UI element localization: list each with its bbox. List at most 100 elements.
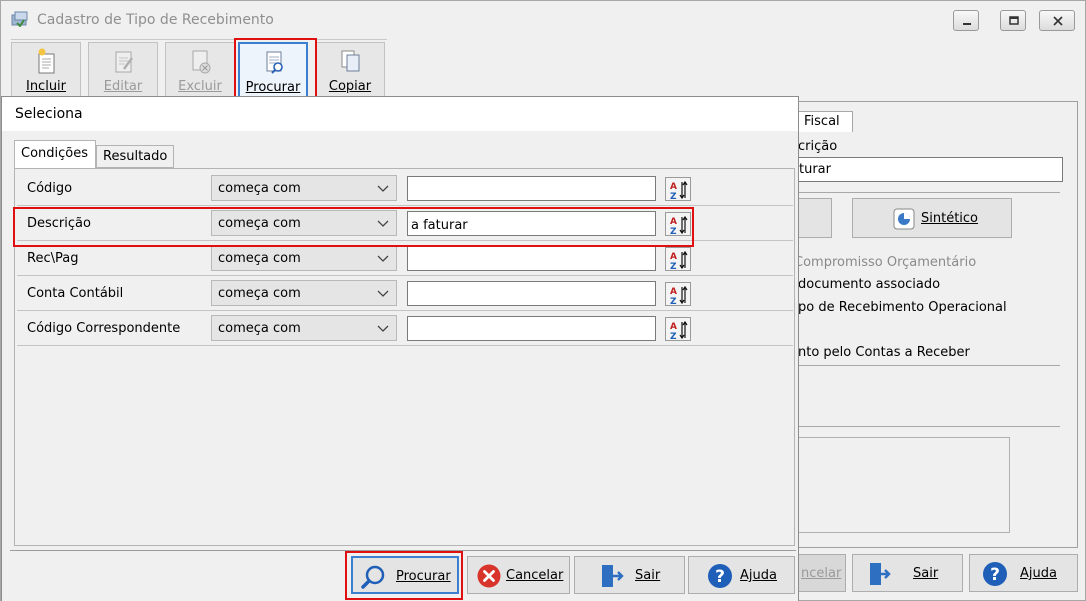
sort-az-icon: AZ	[670, 215, 688, 235]
main-window: Cadastro de Tipo de Recebimento Incluir	[0, 0, 1086, 601]
operator-select[interactable]: começa com	[211, 175, 397, 201]
sort-az-icon: AZ	[670, 285, 688, 305]
sintetico-button[interactable]: Sintético	[852, 198, 1012, 238]
documento-label: documento associado	[798, 277, 941, 292]
sair-button[interactable]: Sair	[574, 556, 685, 594]
incluir-button[interactable]: Incluir	[11, 42, 81, 98]
contas-receber-label: nto pelo Contas a Receber	[798, 345, 970, 360]
cancelar-bg-label: ncelar	[801, 566, 842, 581]
svg-text:?: ?	[990, 565, 1000, 585]
condition-row: Código começa com AZ	[17, 171, 793, 206]
svg-text:Z: Z	[670, 297, 677, 305]
title-bar: Cadastro de Tipo de Recebimento	[1, 1, 1085, 37]
search-icon	[361, 565, 385, 589]
divider	[798, 365, 1060, 366]
svg-text:Z: Z	[670, 192, 677, 200]
condition-value-input[interactable]	[407, 316, 656, 341]
chevron-down-icon	[377, 290, 389, 297]
compromisso-label: Compromisso Orçamentário	[794, 255, 977, 270]
tab-condicoes[interactable]: Condições	[14, 140, 96, 168]
minimize-button[interactable]	[953, 10, 979, 31]
sort-button[interactable]: AZ	[665, 177, 691, 201]
sort-button[interactable]: AZ	[665, 282, 691, 306]
condition-row: Descrição começa com AZ	[17, 206, 793, 241]
operator-value: começa com	[218, 321, 301, 336]
procurar-button[interactable]: Procurar	[351, 556, 459, 594]
excluir-label: Excluir	[178, 79, 222, 94]
descricao-value-partial: turar	[799, 162, 831, 177]
sair-bg-button[interactable]: Sair	[852, 554, 963, 592]
divider	[798, 192, 1060, 193]
copiar-button[interactable]: Copiar	[315, 42, 385, 98]
partial-button[interactable]	[798, 198, 832, 238]
seleciona-dialog: Seleciona Condições Resultado Código com…	[1, 96, 799, 601]
search-document-icon	[266, 51, 283, 74]
restore-button[interactable]	[1000, 10, 1026, 31]
editar-button[interactable]: Editar	[88, 42, 158, 98]
condition-value-input[interactable]	[407, 176, 656, 201]
condition-value-input[interactable]	[407, 246, 656, 271]
condition-value-input[interactable]	[407, 211, 656, 236]
cancelar-button[interactable]: Cancelar	[467, 556, 570, 594]
chevron-down-icon	[377, 255, 389, 262]
cancelar-bg-button[interactable]: ncelar	[798, 554, 846, 592]
condition-label: Conta Contábil	[27, 286, 124, 301]
operator-select[interactable]: começa com	[211, 245, 397, 271]
ajuda-bg-button[interactable]: ? Ajuda	[969, 554, 1078, 592]
procurar-label: Procurar	[245, 80, 301, 95]
svg-text:Z: Z	[670, 227, 677, 235]
operator-value: começa com	[218, 181, 301, 196]
help-icon: ?	[708, 564, 732, 588]
dialog-title: Seleciona	[15, 106, 83, 122]
operator-select[interactable]: começa com	[211, 280, 397, 306]
window-title: Cadastro de Tipo de Recebimento	[37, 12, 274, 28]
condition-label: Descrição	[27, 216, 91, 231]
svg-text:Z: Z	[670, 262, 677, 270]
chevron-down-icon	[377, 220, 389, 227]
close-icon	[1053, 16, 1063, 26]
conditions-panel: Código começa com AZ Descrição começa co…	[14, 168, 795, 546]
sort-az-icon: AZ	[670, 180, 688, 200]
excluir-button[interactable]: Excluir	[165, 42, 235, 98]
ajuda-button[interactable]: ? Ajuda	[688, 556, 795, 594]
tab-condicoes-label: Condições	[21, 146, 89, 161]
restore-icon	[1009, 16, 1019, 25]
exit-door-icon	[870, 563, 891, 585]
operator-select[interactable]: começa com	[211, 315, 397, 341]
condition-row: Conta Contábil começa com AZ	[17, 276, 793, 311]
operator-value: começa com	[218, 216, 301, 231]
divider	[798, 426, 1060, 427]
sair-button-label: Sair	[635, 568, 661, 583]
procurar-toolbar-button[interactable]: Procurar	[238, 42, 308, 98]
minimize-icon	[963, 23, 971, 25]
exit-door-icon	[602, 565, 624, 587]
tab-resultado-label: Resultado	[103, 149, 168, 164]
condition-row: Código Correspondente começa com AZ	[17, 311, 793, 346]
svg-text:Z: Z	[670, 332, 677, 340]
operator-value: começa com	[218, 286, 301, 301]
dialog-title-bar: Seleciona	[2, 97, 798, 131]
copy-icon	[341, 50, 360, 72]
descricao-field-partial[interactable]: turar	[798, 157, 1063, 182]
ajuda-button-label: Ajuda	[740, 568, 777, 583]
condition-label: Código	[27, 181, 73, 196]
sort-button[interactable]: AZ	[665, 212, 691, 236]
svg-text:A: A	[670, 252, 677, 262]
tab-resultado[interactable]: Resultado	[96, 145, 174, 168]
help-icon: ?	[983, 562, 1007, 586]
close-window-button[interactable]	[1039, 10, 1075, 31]
condition-label: Rec\Pag	[27, 251, 79, 266]
operator-value: começa com	[218, 251, 301, 266]
tipo-operacional-label: po de Recebimento Operacional	[798, 300, 1007, 315]
sintetico-label: Sintético	[921, 211, 979, 226]
procurar-button-label: Procurar	[396, 569, 451, 584]
chevron-down-icon	[377, 185, 389, 192]
operator-select[interactable]: começa com	[211, 210, 397, 236]
chevron-down-icon	[377, 325, 389, 332]
condition-value-input[interactable]	[407, 281, 656, 306]
sort-button[interactable]: AZ	[665, 247, 691, 271]
sort-button[interactable]: AZ	[665, 317, 691, 341]
background-text-box[interactable]	[798, 437, 1010, 533]
tab-fiscal[interactable]: Fiscal	[798, 111, 853, 132]
sair-bg-label: Sair	[913, 566, 939, 581]
